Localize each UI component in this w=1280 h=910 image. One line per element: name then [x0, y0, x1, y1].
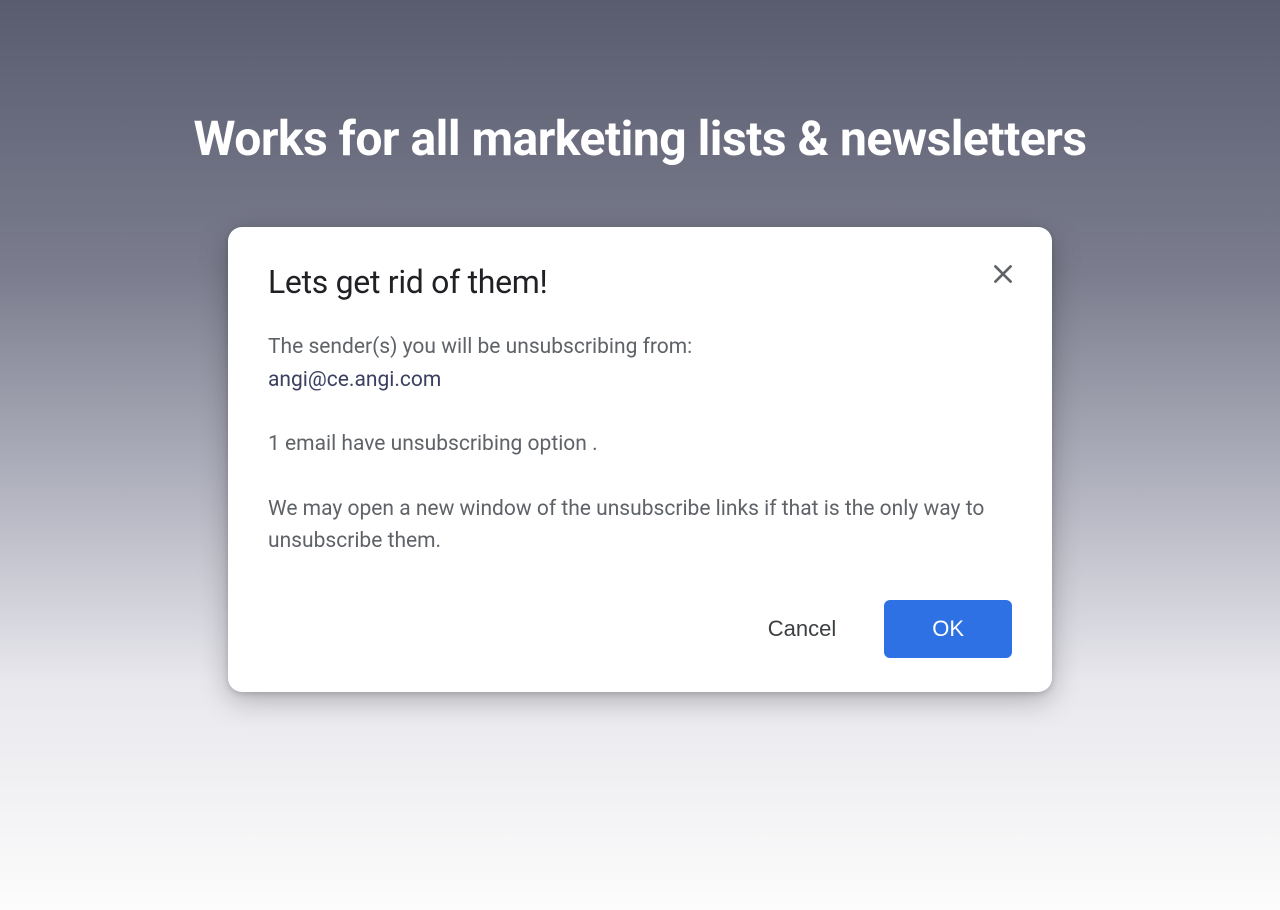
close-button[interactable] — [990, 261, 1016, 290]
unsubscribe-count-info: 1 email have unsubscribing option . — [268, 428, 1012, 461]
modal-header: Lets get rid of them! — [268, 263, 1012, 301]
modal-body: The sender(s) you will be unsubscribing … — [268, 331, 1012, 558]
modal-note: We may open a new window of the unsubscr… — [268, 493, 1012, 558]
page-headline: Works for all marketing lists & newslett… — [0, 110, 1280, 167]
modal-title: Lets get rid of them! — [268, 263, 547, 301]
close-icon — [990, 261, 1016, 290]
ok-button[interactable]: OK — [884, 600, 1012, 658]
sender-intro-text: The sender(s) you will be unsubscribing … — [268, 331, 1012, 364]
unsubscribe-modal: Lets get rid of them! The sender(s) you … — [228, 227, 1052, 692]
cancel-button[interactable]: Cancel — [760, 604, 844, 654]
sender-email: angi@ce.angi.com — [268, 364, 1012, 397]
modal-footer: Cancel OK — [268, 600, 1012, 658]
